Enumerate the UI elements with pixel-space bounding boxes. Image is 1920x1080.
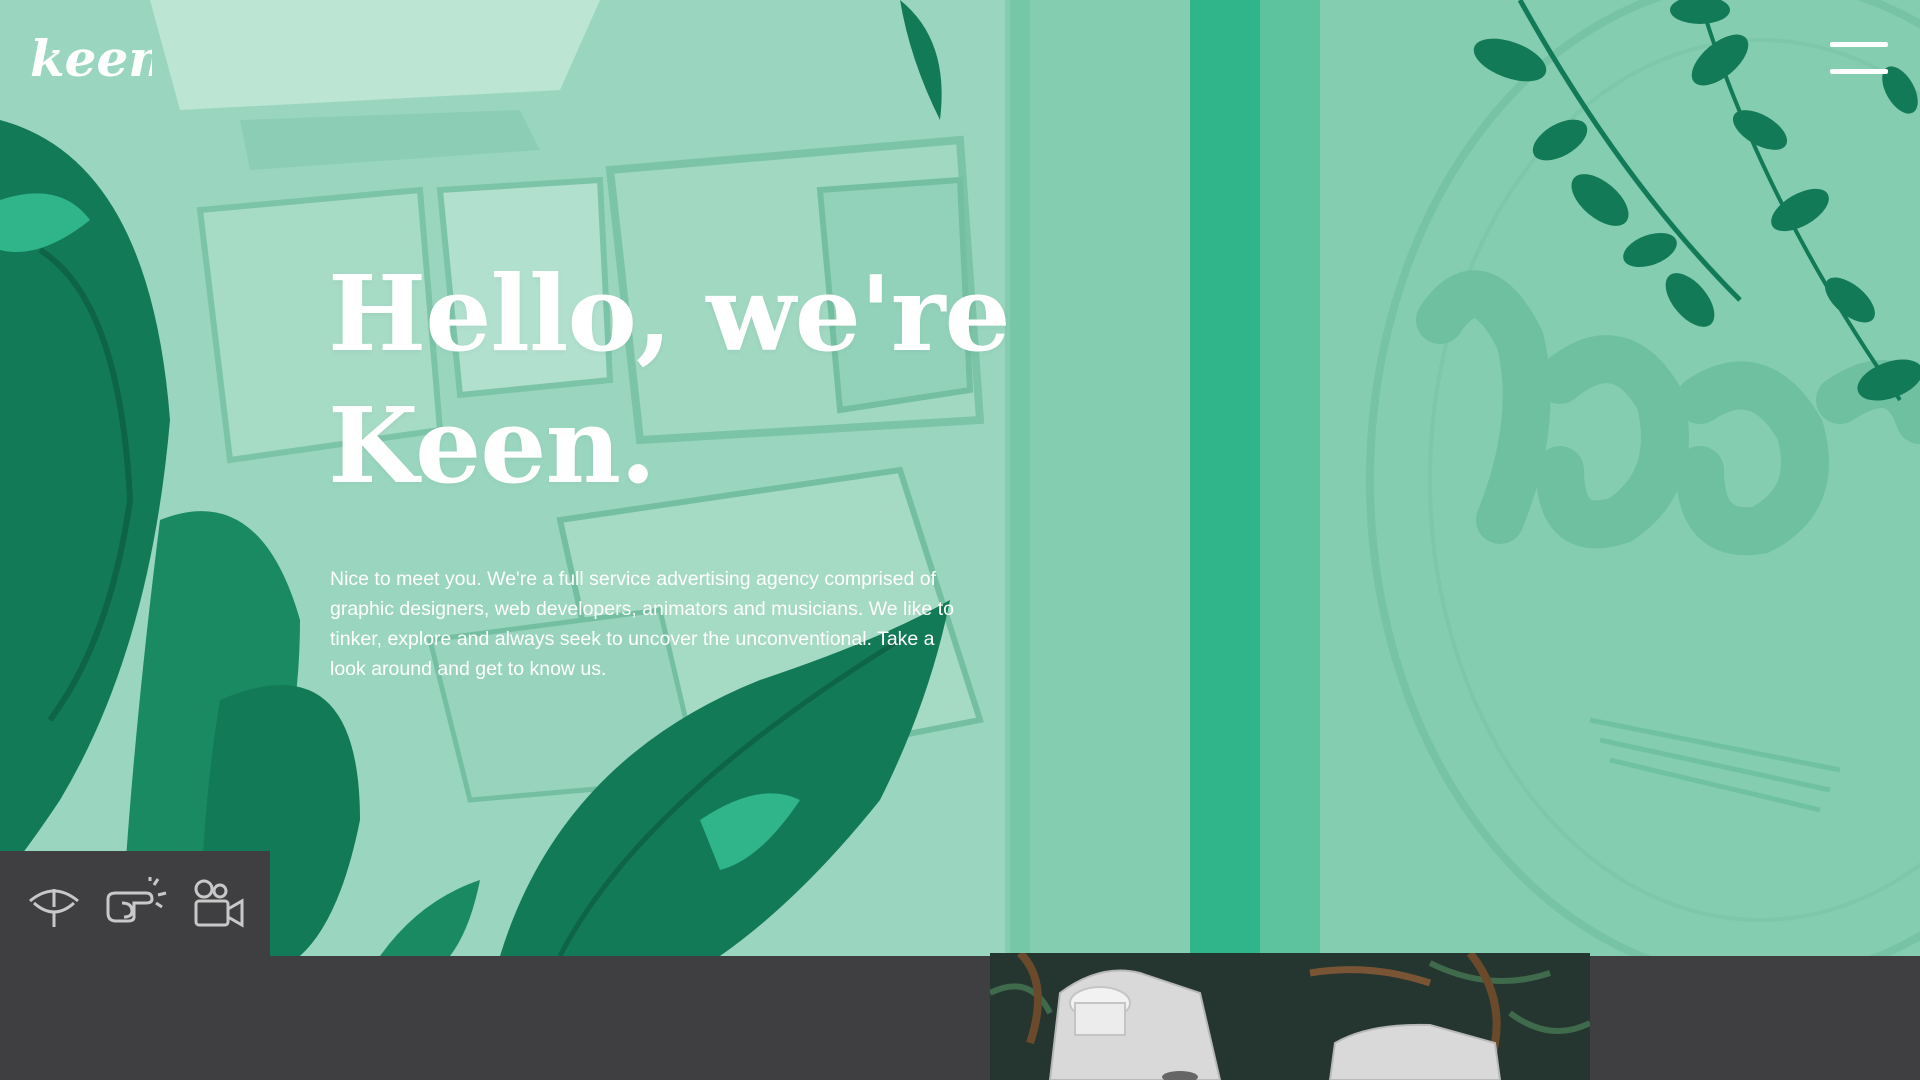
- hero-headline: Hello, we're Keen.: [328, 248, 1028, 512]
- keen-logo[interactable]: keen: [28, 28, 152, 92]
- milk-cartons-illustration: [990, 953, 1590, 1080]
- hero-intro-text: Nice to meet you. We're a full service a…: [330, 568, 954, 680]
- headline-line-1: Hello, we're: [328, 252, 1011, 375]
- headline-line-2: Keen.: [328, 384, 656, 507]
- bottom-section: [0, 956, 1920, 1080]
- menu-line: [1830, 42, 1888, 47]
- hamburger-menu-icon[interactable]: [1830, 42, 1888, 80]
- hero-section: keen Hello, we're Keen. Nice to meet you…: [0, 0, 1920, 956]
- video-camera-person-icon[interactable]: [190, 877, 248, 931]
- project-preview-image[interactable]: [990, 953, 1590, 1080]
- social-icons-tray: [0, 851, 270, 956]
- eye-icon[interactable]: [26, 877, 82, 931]
- pointing-hand-icon[interactable]: [104, 877, 168, 931]
- svg-text:keen: keen: [30, 29, 152, 88]
- menu-line: [1830, 69, 1888, 74]
